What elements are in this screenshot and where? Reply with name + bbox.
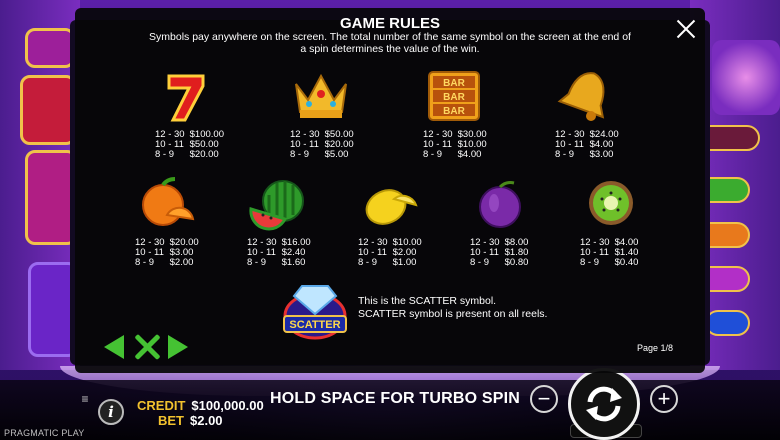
provider-logo: PRAGMATIC PLAY <box>4 428 85 438</box>
kiwi-icon <box>589 181 633 225</box>
decrease-bet-button[interactable]: − <box>530 385 558 413</box>
bell-icon <box>557 72 605 121</box>
svg-text:SCATTER: SCATTER <box>289 319 340 331</box>
info-button[interactable]: i <box>98 399 124 425</box>
scatter-line-2: SCATTER symbol is present on all reels. <box>358 308 548 320</box>
scatter-description: This is the SCATTER symbol. SCATTER symb… <box>358 295 547 321</box>
close-rules-x-icon[interactable] <box>133 333 161 361</box>
symbol-paytable: 12 - 30 $24.00 10 - 11 $4.00 8 - 9 $3.00 <box>555 129 619 160</box>
svg-text:BAR: BAR <box>443 78 465 89</box>
symbol-paytable: 12 - 30 $20.00 10 - 11 $3.00 8 - 9 $2.00 <box>135 237 199 268</box>
dialog-title: GAME RULES <box>339 15 440 32</box>
credit-display: CREDIT $100,000.00 <box>137 398 264 413</box>
bet-value: $2.00 <box>190 413 223 428</box>
scatter-diamond-icon: SCATTER <box>283 285 347 340</box>
bet-label: BET <box>158 413 184 428</box>
page-indicator: Page 1/8 <box>637 343 674 353</box>
symbol-paytable: 12 - 30 $16.00 10 - 11 $2.40 8 - 9 $1.60 <box>247 237 311 268</box>
symbol-paytable: 12 - 30 $30.00 10 - 11 $10.00 8 - 9 $4.0… <box>423 129 487 160</box>
increase-bet-button[interactable]: + <box>650 385 678 413</box>
lucky-seven-icon <box>167 74 205 122</box>
credit-value: $100,000.00 <box>191 398 264 413</box>
symbol-paytable: 12 - 30 $50.00 10 - 11 $20.00 8 - 9 $5.0… <box>290 129 354 160</box>
svg-text:BAR: BAR <box>443 106 465 117</box>
scatter-line-1: This is the SCATTER symbol. <box>358 295 497 307</box>
prev-page-arrow-icon[interactable] <box>104 335 124 359</box>
close-icon[interactable] <box>675 18 697 40</box>
symbol-paytable: 12 - 30 $100.00 10 - 11 $50.00 8 - 9 $20… <box>155 129 224 160</box>
symbol-paytable: 12 - 30 $8.00 10 - 11 $1.80 8 - 9 $0.80 <box>470 237 529 268</box>
jackpot-logo <box>712 40 780 115</box>
symbol-paytable: 12 - 30 $4.00 10 - 11 $1.40 8 - 9 $0.40 <box>580 237 639 268</box>
side-panel <box>20 75 76 145</box>
spin-button[interactable] <box>568 368 640 440</box>
crown-icon <box>295 73 347 118</box>
game-rules-dialog: GAME RULES Symbols pay anywhere on the s… <box>75 8 705 373</box>
credit-label: CREDIT <box>137 398 186 413</box>
orange-icon <box>142 177 195 226</box>
triple-bar-icon: BAR BAR BAR <box>428 71 480 121</box>
symbol-paytable: 12 - 30 $10.00 10 - 11 $2.00 8 - 9 $1.00 <box>358 237 422 268</box>
side-panel <box>25 28 75 68</box>
watermelon-icon <box>249 180 304 231</box>
lemon-icon <box>365 189 418 225</box>
turbo-spin-message: HOLD SPACE FOR TURBO SPIN <box>270 390 521 407</box>
plum-icon <box>479 181 521 228</box>
menu-icon[interactable]: ≡ <box>78 392 92 406</box>
next-page-arrow-icon[interactable] <box>168 335 188 359</box>
refresh-icon <box>586 386 622 422</box>
svg-text:BAR: BAR <box>443 92 465 103</box>
jackpot-tier <box>705 310 750 336</box>
bet-display: BET $2.00 <box>158 413 223 428</box>
rules-description: Symbols pay anywhere on the screen. The … <box>149 31 631 55</box>
